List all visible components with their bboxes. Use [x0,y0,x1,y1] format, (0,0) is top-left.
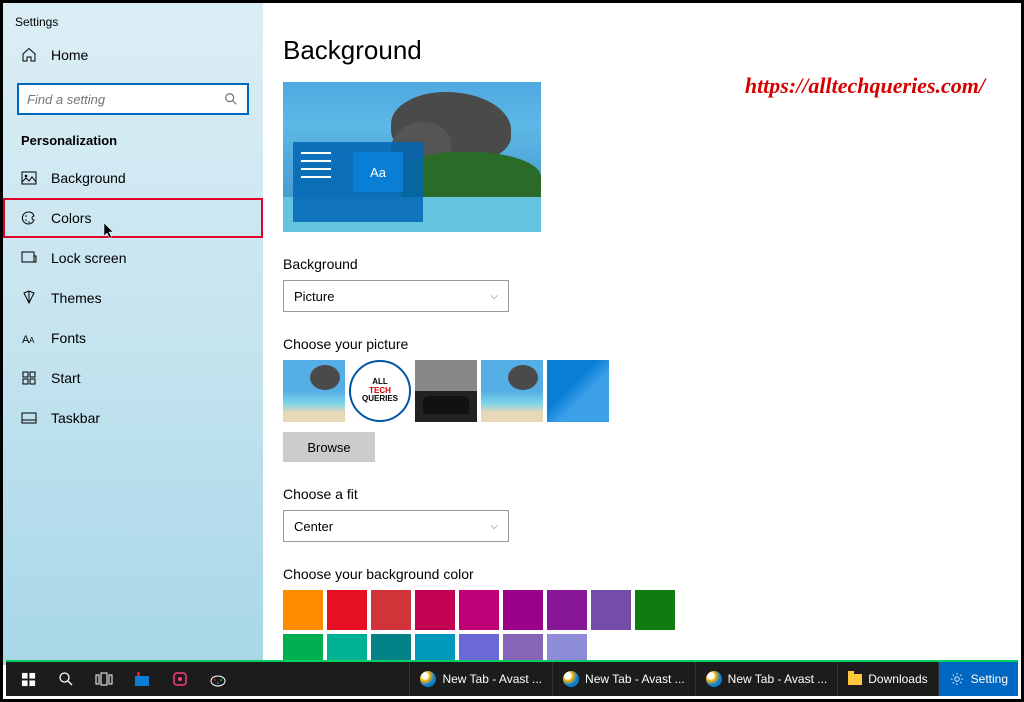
taskbar-downloads[interactable]: Downloads [837,662,937,696]
start-button[interactable] [10,662,46,696]
home-label: Home [51,47,88,63]
picture-thumb-3[interactable] [415,360,477,422]
taskbar-search-icon[interactable] [48,662,84,696]
taskbar-tab-3[interactable]: New Tab - Avast ... [695,662,838,696]
browser-icon [563,671,579,687]
sidebar-item-label: Background [51,170,126,186]
fonts-icon: AA [21,330,37,346]
taskbar-tab-label: New Tab - Avast ... [728,672,828,686]
taskbar-app-1[interactable] [124,662,160,696]
start-icon [21,370,37,386]
lockscreen-icon [21,250,37,266]
background-label: Background [283,256,1001,272]
sidebar-item-label: Lock screen [51,250,126,266]
taskbar-app-2[interactable] [162,662,198,696]
watermark-text: https://alltechqueries.com/ [745,73,985,99]
sidebar-item-label: Start [51,370,81,386]
color-swatch[interactable] [415,590,455,630]
sidebar-item-background[interactable]: Background [3,158,263,198]
color-label: Choose your background color [283,566,1001,582]
sidebar: Settings Home Personalization Background [3,3,263,665]
taskbar-tab-label: New Tab - Avast ... [585,672,685,686]
page-title: Background [283,35,1001,66]
picture-thumbnails: ALL TECH QUERIES [283,360,1001,422]
color-swatch[interactable] [327,590,367,630]
main-content: https://alltechqueries.com/ Background A… [263,3,1021,665]
home-icon [21,47,37,63]
picture-icon [21,170,37,186]
color-swatch[interactable] [283,590,323,630]
browser-icon [706,671,722,687]
sidebar-item-fonts[interactable]: AA Fonts [3,318,263,358]
background-preview: Aa [283,82,541,232]
sidebar-item-start[interactable]: Start [3,358,263,398]
taskbar-icon [21,410,37,426]
fit-dropdown-value: Center [294,519,333,534]
folder-icon [848,674,862,685]
picture-thumb-4[interactable] [481,360,543,422]
color-swatch[interactable] [591,590,631,630]
search-input[interactable] [27,92,223,107]
window-title: Settings [3,11,263,33]
sidebar-item-label: Taskbar [51,410,100,426]
section-title: Personalization [3,129,263,158]
search-icon [223,91,239,107]
color-swatch[interactable] [547,590,587,630]
chevron-down-icon: ⌵ [490,291,498,302]
taskbar-settings[interactable]: Setting [938,662,1018,696]
svg-text:A: A [29,336,35,345]
browser-icon [420,671,436,687]
preview-tile: Aa [353,152,403,192]
taskbar-tab-2[interactable]: New Tab - Avast ... [552,662,695,696]
fit-label: Choose a fit [283,486,1001,502]
color-grid [283,590,703,665]
sidebar-item-label: Themes [51,290,102,306]
color-swatch[interactable] [635,590,675,630]
sidebar-item-lockscreen[interactable]: Lock screen [3,238,263,278]
search-box[interactable] [17,83,249,115]
color-swatch[interactable] [503,590,543,630]
home-nav[interactable]: Home [3,33,263,77]
taskbar-downloads-label: Downloads [868,672,927,686]
color-swatch[interactable] [459,590,499,630]
gear-icon [949,671,965,687]
palette-icon [21,210,37,226]
background-dropdown[interactable]: Picture ⌵ [283,280,509,312]
taskbar: New Tab - Avast ... New Tab - Avast ... … [6,660,1018,696]
choose-picture-label: Choose your picture [283,336,1001,352]
sidebar-item-themes[interactable]: Themes [3,278,263,318]
picture-thumb-2[interactable]: ALL TECH QUERIES [349,360,411,422]
sidebar-item-label: Colors [51,210,91,226]
sidebar-item-colors[interactable]: Colors [3,198,263,238]
taskbar-tab-label: New Tab - Avast ... [442,672,542,686]
taskbar-settings-label: Setting [971,672,1008,686]
background-dropdown-value: Picture [294,289,334,304]
sidebar-item-label: Fonts [51,330,86,346]
picture-thumb-1[interactable] [283,360,345,422]
browse-button[interactable]: Browse [283,432,375,462]
fit-dropdown[interactable]: Center ⌵ [283,510,509,542]
chevron-down-icon: ⌵ [490,521,498,532]
color-swatch[interactable] [371,590,411,630]
themes-icon [21,290,37,306]
task-view-icon[interactable] [86,662,122,696]
taskbar-tab-1[interactable]: New Tab - Avast ... [409,662,552,696]
taskbar-paint-icon[interactable] [200,662,236,696]
sidebar-item-taskbar[interactable]: Taskbar [3,398,263,438]
picture-thumb-5[interactable] [547,360,609,422]
